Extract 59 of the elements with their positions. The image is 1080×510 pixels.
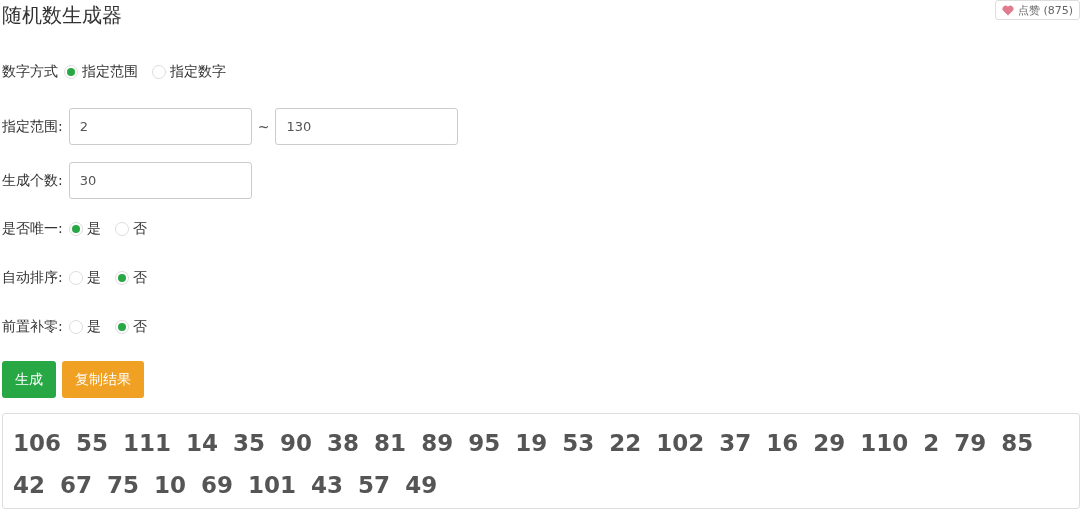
radio-icon [68, 222, 83, 236]
radio-option[interactable]: 是 [68, 220, 101, 238]
result-number: 37 [719, 429, 752, 458]
result-number: 111 [123, 429, 172, 458]
result-number: 95 [468, 429, 501, 458]
result-number: 29 [813, 429, 846, 458]
radio-icon [68, 320, 83, 334]
result-number: 75 [107, 471, 140, 500]
result-number: 85 [1001, 429, 1034, 458]
result-number: 90 [280, 429, 313, 458]
heart-icon [1001, 4, 1014, 16]
result-number: 22 [609, 429, 642, 458]
result-number: 2 [923, 429, 940, 458]
result-number: 81 [374, 429, 407, 458]
page-title: 随机数生成器 [2, 2, 122, 29]
radio-option[interactable]: 是 [68, 318, 101, 336]
field-label: 数字方式 [2, 63, 58, 81]
result-number: 55 [76, 429, 109, 458]
result-number: 106 [13, 429, 61, 458]
result-number: 19 [515, 429, 548, 458]
like-button[interactable]: 点赞 (875) [994, 0, 1080, 20]
radio-icon [114, 271, 129, 285]
result-number: 38 [327, 429, 360, 458]
result-number: 49 [405, 471, 438, 500]
result-number: 16 [766, 429, 799, 458]
radio-icon [114, 320, 129, 334]
result-number: 42 [13, 471, 45, 500]
result-number: 10 [154, 471, 187, 500]
result-number: 89 [421, 429, 454, 458]
result-number: 35 [233, 429, 266, 458]
field-label: 自动排序: [2, 269, 63, 287]
result-number: 53 [562, 429, 595, 458]
result-number: 79 [954, 429, 987, 458]
field-label: 是否唯一: [2, 220, 63, 238]
result-number: 110 [860, 429, 909, 458]
result-number: 67 [60, 471, 93, 500]
radio-icon [68, 271, 83, 285]
radio-icon [152, 65, 166, 79]
radio-option[interactable]: 是 [68, 269, 101, 287]
radio-option[interactable]: 否 [114, 269, 147, 287]
range-to-field[interactable]: 130 [275, 108, 459, 145]
range-from-field[interactable]: 2 [68, 108, 252, 145]
field-label: 指定范围: [2, 117, 63, 136]
range-separator: ~ [257, 118, 270, 135]
radio-option[interactable]: 指定数字 [152, 63, 226, 81]
result-number: 101 [248, 471, 297, 500]
field-label: 生成个数: [2, 171, 63, 190]
result-number: 43 [311, 471, 344, 500]
radio-icon [114, 222, 129, 236]
radio-option[interactable]: 指定范围 [64, 63, 138, 81]
field-label: 前置补零: [2, 318, 63, 336]
result-number: 14 [186, 429, 219, 458]
radio-option[interactable]: 否 [114, 220, 147, 238]
result-number: 102 [656, 429, 705, 458]
result-number: 57 [358, 471, 391, 500]
radio-icon [64, 65, 78, 79]
radio-option[interactable]: 否 [114, 318, 147, 336]
count-field[interactable]: 30 [68, 162, 252, 199]
result-number: 69 [201, 471, 234, 500]
